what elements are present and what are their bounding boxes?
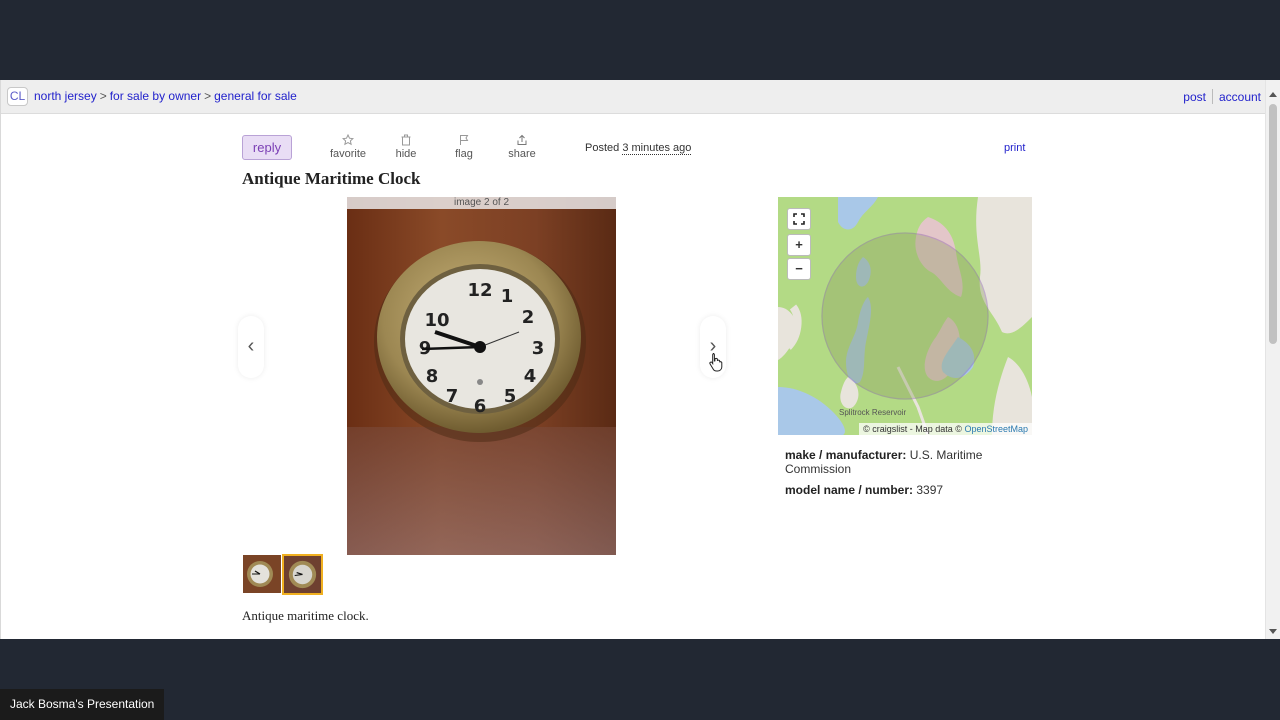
share-label: share [508, 148, 536, 160]
expand-icon [793, 213, 805, 225]
thumbnail-1[interactable] [243, 555, 281, 593]
attribute-group: make / manufacturer: U.S. Maritime Commi… [785, 448, 1025, 504]
shared-browser-window: CL north jersey > for sale by owner > genera… [0, 80, 1280, 639]
posted-date: Posted 3 minutes ago [585, 142, 692, 155]
svg-text:4: 4 [524, 366, 537, 387]
attribute-model: model name / number: 3397 [785, 483, 1025, 497]
posted-time: 3 minutes ago [622, 142, 692, 155]
zoom-out-button[interactable]: − [787, 258, 811, 280]
breadcrumb-category[interactable]: for sale by owner [110, 89, 201, 103]
scroll-thumb[interactable] [1269, 104, 1277, 344]
fullscreen-button[interactable] [787, 208, 811, 230]
vertical-scrollbar[interactable] [1265, 80, 1280, 639]
attribute-label: make / manufacturer: [785, 448, 907, 462]
clock-thumbnail [243, 555, 281, 593]
svg-text:6: 6 [474, 396, 487, 417]
breadcrumb-subcategory[interactable]: general for sale [214, 89, 297, 103]
favorite-button[interactable]: favorite [323, 134, 373, 160]
posting-body: Antique maritime clock. [242, 608, 369, 623]
presenter-label: Jack Bosma's Presentation [0, 689, 165, 720]
reply-button[interactable]: reply [242, 135, 292, 160]
post-link[interactable]: post [1183, 90, 1206, 104]
svg-text:12: 12 [467, 280, 492, 301]
clock-photo: 12 1 2 3 4 5 6 7 8 9 10 [347, 197, 616, 555]
favorite-label: favorite [329, 148, 367, 160]
breadcrumb: north jersey > for sale by owner > general f… [34, 89, 297, 103]
hand-cursor-icon [709, 353, 723, 372]
zoom-in-button[interactable]: + [787, 234, 811, 256]
breadcrumb-separator: > [204, 89, 212, 103]
svg-text:7: 7 [446, 386, 459, 407]
posted-prefix: Posted [585, 142, 620, 154]
scroll-up-arrow-icon[interactable] [1269, 92, 1277, 97]
prev-image-button[interactable]: ‹ [238, 316, 264, 378]
flag-icon [460, 135, 469, 145]
image-counter: image 2 of 2 [347, 197, 616, 209]
map-tiles [778, 197, 1032, 435]
attribute-label: model name / number: [785, 483, 914, 497]
attribution-text: © craigslist - Map data © [863, 424, 962, 434]
flag-button[interactable]: flag [439, 134, 489, 160]
header-links: post account [1183, 89, 1261, 104]
svg-text:2: 2 [522, 307, 535, 328]
image-gallery[interactable]: 12 1 2 3 4 5 6 7 8 9 10 image 2 of 2 [347, 197, 616, 555]
svg-text:1: 1 [501, 286, 514, 307]
print-link[interactable]: print [1004, 142, 1025, 154]
thumbnail-2[interactable] [282, 554, 323, 595]
svg-text:8: 8 [426, 366, 439, 387]
posting-title: Antique Maritime Clock [242, 169, 421, 188]
star-icon [342, 134, 354, 146]
svg-text:3: 3 [532, 338, 545, 359]
divider [1211, 89, 1213, 104]
craigslist-logo[interactable]: CL [7, 87, 28, 106]
clock-thumbnail [284, 556, 321, 593]
svg-text:5: 5 [504, 386, 517, 407]
map-place-label: Splitrock Reservoir [839, 408, 907, 417]
breadcrumb-area[interactable]: north jersey [34, 89, 97, 103]
flag-label: flag [455, 148, 473, 160]
share-button[interactable]: share [497, 134, 547, 160]
share-icon [517, 134, 527, 145]
account-link[interactable]: account [1219, 90, 1261, 104]
breadcrumb-separator: > [99, 89, 107, 103]
location-map[interactable]: + − Splitrock Reservoir © craigslist - M… [778, 197, 1032, 435]
scroll-down-arrow-icon[interactable] [1269, 629, 1277, 634]
attribute-value: 3397 [916, 483, 944, 497]
hide-label: hide [395, 148, 417, 160]
openstreetmap-link[interactable]: OpenStreetMap [964, 424, 1028, 434]
svg-text:10: 10 [424, 310, 449, 331]
map-attribution: © craigslist - Map data © OpenStreetMap [859, 423, 1032, 435]
attribute-make: make / manufacturer: U.S. Maritime Commi… [785, 448, 1025, 476]
trash-icon [401, 134, 411, 146]
hide-button[interactable]: hide [381, 134, 431, 160]
site-header: CL north jersey > for sale by owner > genera… [1, 80, 1265, 114]
